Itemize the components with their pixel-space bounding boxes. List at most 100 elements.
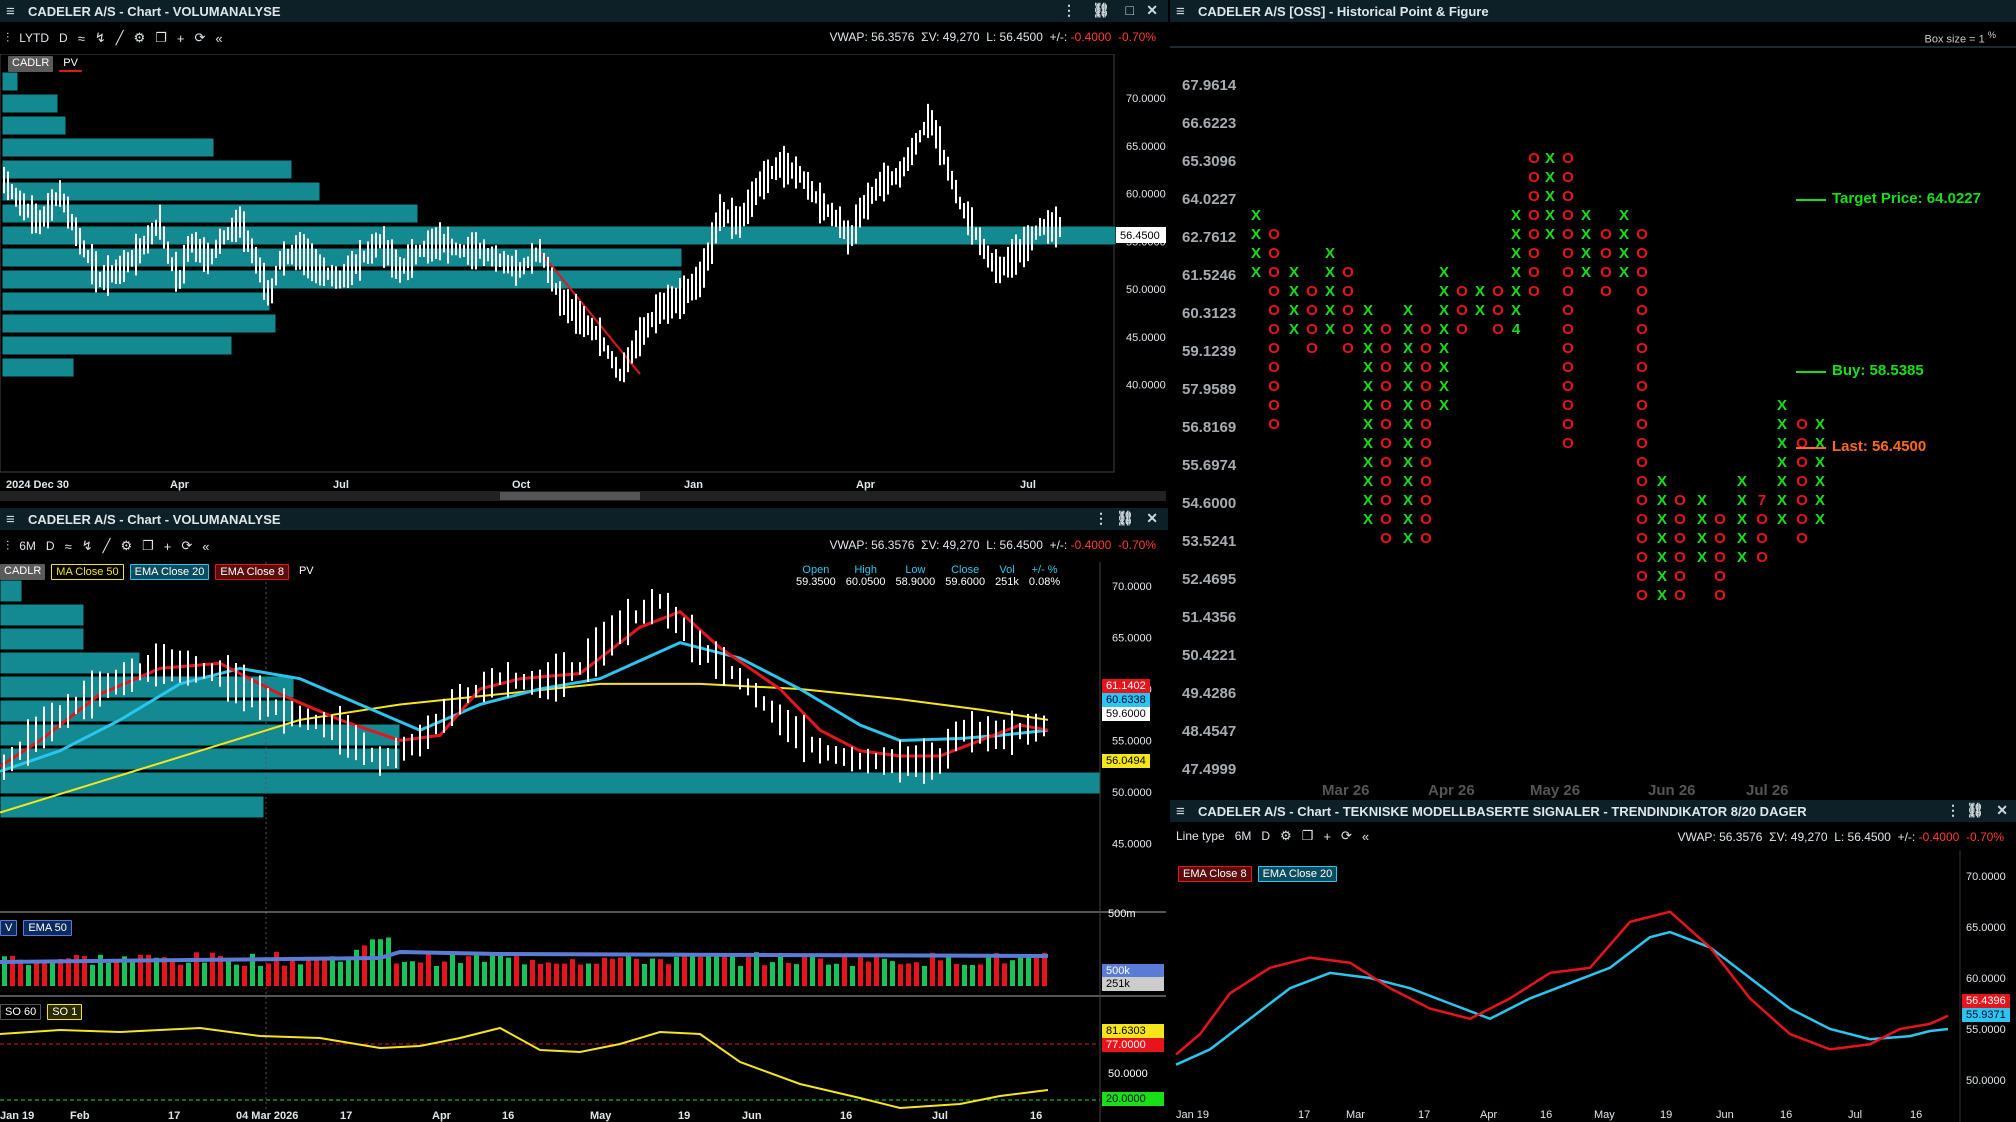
legend-symbol[interactable]: CADLR [8, 56, 54, 72]
pf-o-mark: O [1420, 473, 1432, 490]
period-selector[interactable]: 6M [19, 539, 36, 553]
settings-gear-icon[interactable]: ⚙ [1280, 828, 1292, 844]
volume-axis-top: 500m [1108, 908, 1136, 920]
refresh-icon[interactable]: ⟳ [1341, 828, 1352, 844]
copy-icon[interactable]: ❐ [142, 538, 154, 554]
legend-so1[interactable]: SO 1 [47, 1004, 83, 1020]
pf-o-mark: O [1562, 416, 1574, 433]
pf-x-mark: X [1325, 302, 1335, 319]
pf-o-mark: O [1756, 530, 1768, 547]
y-tick-label: 65.3096 [1182, 153, 1236, 170]
interval-selector[interactable]: D [59, 31, 68, 45]
add-icon[interactable]: + [177, 31, 185, 46]
pf-o-mark: O [1636, 530, 1648, 547]
close-icon[interactable]: ✕ [1996, 802, 2008, 819]
settings-gear-icon[interactable]: ⚙ [120, 538, 132, 554]
pf-x-mark: X [1289, 302, 1299, 319]
add-icon[interactable]: + [164, 539, 172, 554]
y-tick-label: 50.4221 [1182, 647, 1236, 664]
y-tick-label: 70.0000 [1112, 581, 1152, 593]
x-tick-label: Jul [1848, 1109, 1862, 1121]
volume-bar [322, 958, 327, 986]
horizontal-scrollbar[interactable] [500, 492, 640, 500]
y-tick-label: 54.6000 [1182, 495, 1236, 512]
pf-x-mark: X [1619, 245, 1629, 262]
point-figure-chart[interactable]: 67.9614 66.6223 65.3096 64.0227 62.7612 61.52… [1170, 48, 2016, 804]
x-tick-label: Mar [1346, 1109, 1365, 1121]
close-icon[interactable]: ✕ [1146, 510, 1158, 527]
legend-pv[interactable]: PV [295, 564, 318, 580]
pf-x-mark: X [1289, 283, 1299, 300]
legend-ema8[interactable]: EMA Close 8 [215, 564, 289, 580]
legend-volume-ema[interactable]: EMA 50 [23, 920, 72, 936]
collapse-icon[interactable]: « [202, 539, 209, 554]
legend-ema8[interactable]: EMA Close 8 [1178, 866, 1252, 882]
refresh-icon[interactable]: ⟳ [195, 30, 206, 46]
pf-o-mark: O [1420, 511, 1432, 528]
legend-ema20[interactable]: EMA Close 20 [129, 564, 210, 580]
period-selector[interactable]: 6M [1235, 829, 1252, 843]
link-icon[interactable]: ⛓ [1966, 802, 1984, 819]
hamburger-menu-icon[interactable]: ≡ [6, 3, 20, 20]
indicator-icon[interactable]: ≈ [65, 539, 72, 554]
chart-type-icon[interactable]: ⫶ [6, 30, 9, 46]
studies-icon[interactable]: ↯ [82, 538, 93, 554]
hamburger-menu-icon[interactable]: ≡ [1176, 3, 1190, 20]
pf-x-mark: X [1363, 340, 1373, 357]
draw-line-icon[interactable]: ╱ [103, 538, 111, 554]
indicator-icon[interactable]: ≈ [78, 31, 85, 46]
ema-trend-chart[interactable]: 70.0000 65.0000 60.0000 55.0000 50.0000 Jan … [1170, 850, 2016, 1122]
pf-o-mark: O [1636, 492, 1648, 509]
volume-bar [666, 964, 671, 986]
legend-volume[interactable]: V [0, 920, 18, 936]
y-tick-label: 45.0000 [1126, 332, 1166, 344]
volume-profile-bar [1, 137, 215, 158]
hamburger-menu-icon[interactable]: ≡ [1176, 803, 1190, 820]
collapse-icon[interactable]: « [1362, 829, 1369, 844]
period-selector[interactable]: LYTD [19, 31, 49, 45]
legend-ma50[interactable]: MA Close 50 [51, 564, 124, 580]
refresh-icon[interactable]: ⟳ [181, 538, 192, 554]
legend-pv[interactable]: PV [59, 56, 82, 72]
price-chart[interactable]: 70.000065.000060.000055.000050.000045.00… [0, 54, 1168, 510]
volume-bar [546, 962, 551, 986]
legend-ema20[interactable]: EMA Close 20 [1257, 866, 1338, 882]
volume-bar [90, 964, 95, 986]
more-options-icon[interactable]: ⋮ [1946, 802, 1960, 819]
volume-bar [674, 956, 679, 986]
link-icon[interactable]: ⛓ [1092, 2, 1110, 19]
hamburger-menu-icon[interactable]: ≡ [6, 511, 20, 528]
legend-so60[interactable]: SO 60 [0, 1004, 42, 1020]
pf-o-mark: O [1636, 511, 1648, 528]
volume-bar [434, 965, 439, 986]
more-options-icon[interactable]: ⋮ [1062, 2, 1076, 19]
settings-gear-icon[interactable]: ⚙ [134, 30, 146, 46]
interval-selector[interactable]: D [46, 539, 55, 553]
volume-profile-bar [1, 159, 293, 180]
draw-line-icon[interactable]: ╱ [116, 30, 124, 46]
studies-icon[interactable]: ↯ [95, 30, 106, 46]
chart-type-icon[interactable]: ⫶ [6, 538, 9, 554]
volume-bar [1034, 955, 1039, 986]
pf-o-mark: O [1636, 321, 1648, 338]
pf-o-mark: O [1714, 587, 1726, 604]
pf-o-mark: O [1306, 302, 1318, 319]
copy-icon[interactable]: ❐ [1302, 828, 1314, 844]
legend-symbol[interactable]: CADLR [0, 564, 46, 580]
volume-bar [818, 958, 823, 986]
line-type-selector[interactable]: Line type [1176, 829, 1225, 843]
copy-icon[interactable]: ❐ [155, 30, 167, 46]
add-icon[interactable]: + [1323, 829, 1331, 844]
link-icon[interactable]: ⛓ [1116, 510, 1134, 527]
pf-x-mark: X [1815, 473, 1825, 490]
collapse-icon[interactable]: « [215, 31, 222, 46]
price-chart[interactable]: 70.000065.000060.000055.000050.000045.00… [0, 562, 1168, 1122]
close-icon[interactable]: ✕ [1146, 2, 1158, 19]
more-options-icon[interactable]: ⋮ [1094, 510, 1108, 527]
pf-x-mark: X [1511, 283, 1521, 300]
pf-x-mark: X [1439, 340, 1449, 357]
maximize-icon[interactable]: □ [1126, 2, 1134, 18]
volume-bar [378, 939, 383, 986]
interval-selector[interactable]: D [1261, 829, 1270, 843]
x-tick-label: 2024 Dec 30 [6, 479, 69, 491]
